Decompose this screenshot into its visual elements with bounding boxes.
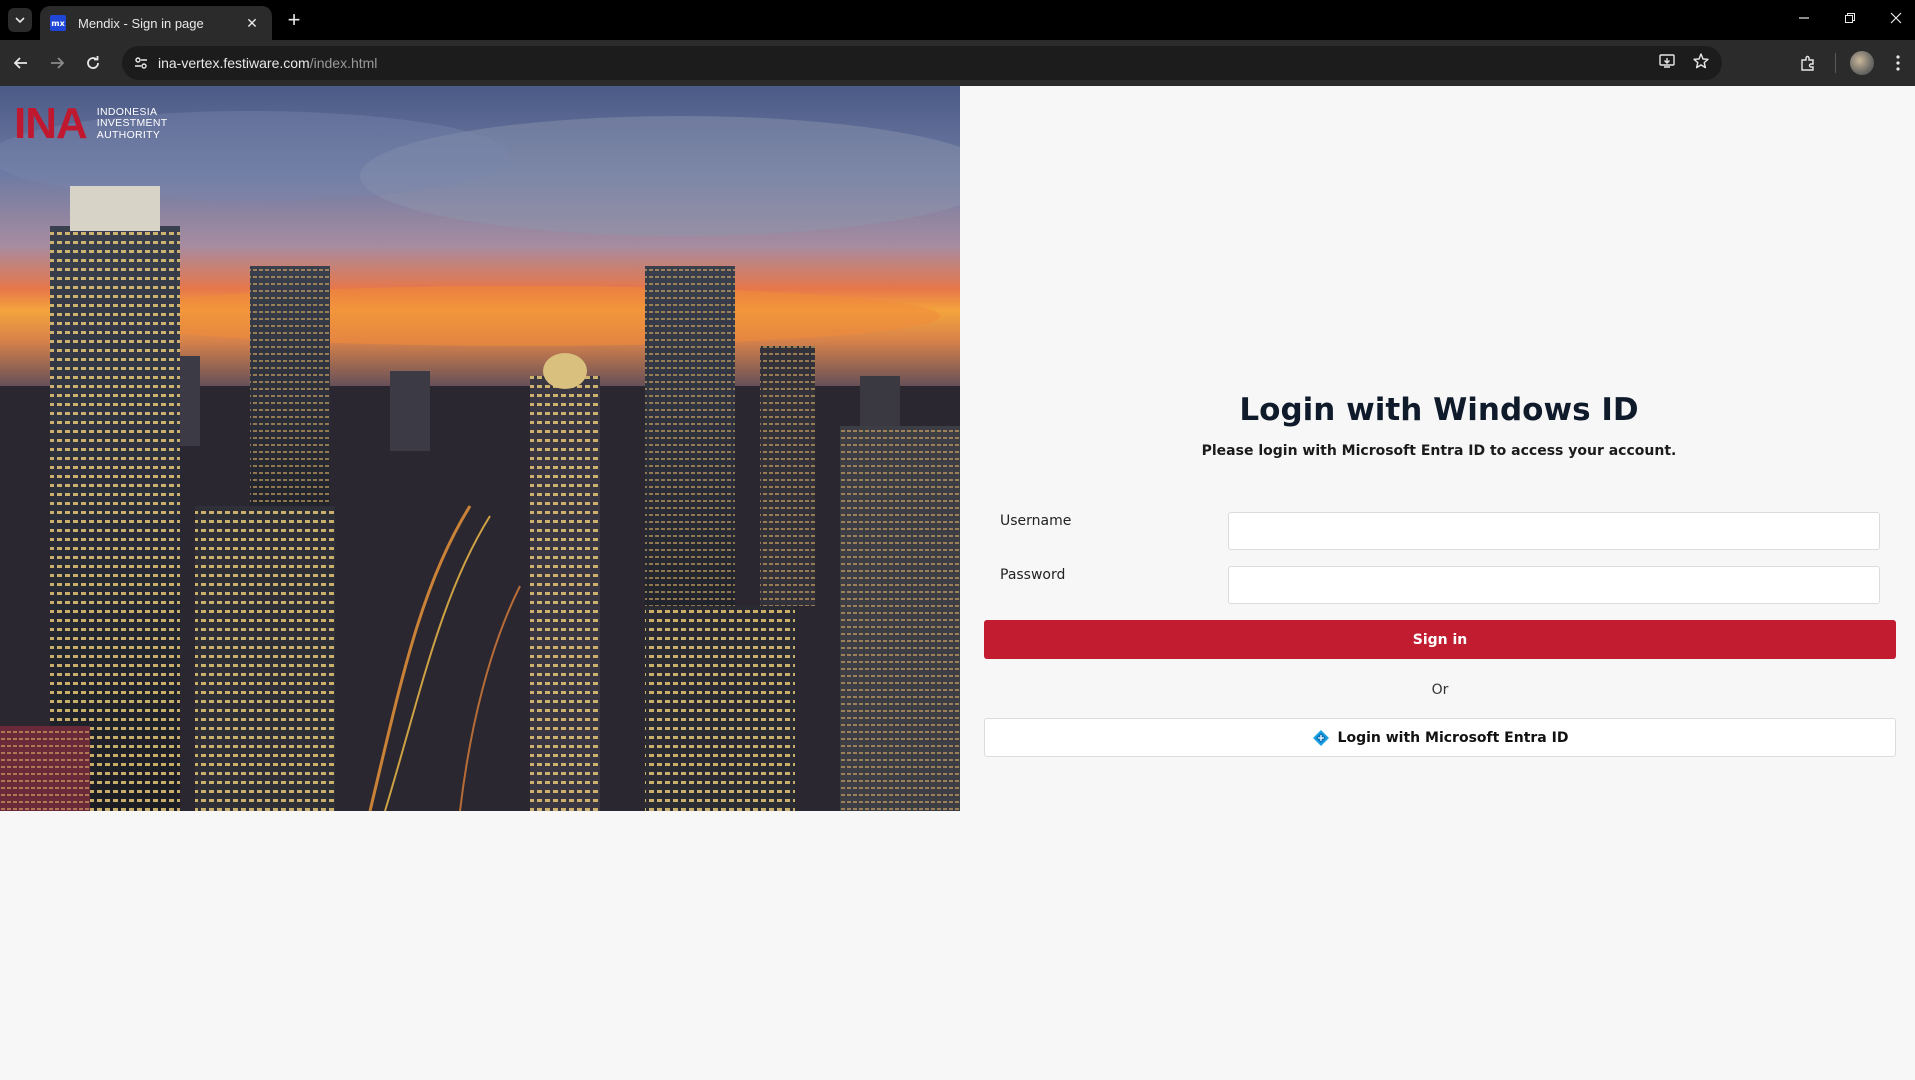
- toolbar-divider: [1835, 53, 1836, 73]
- site-info-icon[interactable]: [124, 55, 158, 71]
- logo-mark: INA: [14, 99, 88, 148]
- city-skyline-image: INA INDONESIA INVESTMENT AUTHORITY: [0, 86, 960, 811]
- url-text: ina-vertex.festiware.com/index.html: [158, 55, 377, 71]
- ina-logo: INA INDONESIA INVESTMENT AUTHORITY: [14, 102, 167, 146]
- install-app-icon[interactable]: [1658, 52, 1676, 75]
- profile-avatar[interactable]: [1850, 51, 1874, 75]
- login-form: Login with Windows ID Please login with …: [960, 86, 1915, 1080]
- close-icon[interactable]: ✕: [242, 15, 262, 32]
- back-icon[interactable]: [8, 50, 34, 76]
- username-input[interactable]: [1228, 512, 1880, 550]
- entra-id-icon: [1312, 729, 1330, 747]
- logo-line-3: AUTHORITY: [96, 128, 161, 141]
- entra-login-button[interactable]: Login with Microsoft Entra ID: [984, 718, 1896, 757]
- password-label: Password: [1000, 567, 1066, 583]
- or-divider: Or: [1431, 682, 1449, 698]
- url-path: /index.html: [309, 55, 378, 71]
- star-icon[interactable]: [1692, 52, 1710, 75]
- tab-search-icon[interactable]: [8, 8, 32, 32]
- tab-title: Mendix - Sign in page: [78, 15, 204, 31]
- extensions-icon[interactable]: [1795, 50, 1821, 76]
- menu-icon[interactable]: [1885, 50, 1911, 76]
- url-host: ina-vertex.festiware.com: [158, 55, 310, 71]
- logo-wordmark: INDONESIA INVESTMENT AUTHORITY: [96, 106, 168, 142]
- password-input[interactable]: [1228, 566, 1880, 604]
- reload-icon[interactable]: [80, 50, 106, 76]
- close-window-icon[interactable]: [1874, 8, 1915, 32]
- forward-icon[interactable]: [44, 50, 70, 76]
- browser-toolbar: ina-vertex.festiware.com/index.html: [0, 40, 1915, 86]
- minimize-icon[interactable]: [1782, 8, 1826, 32]
- mendix-favicon-icon: mx: [50, 15, 66, 31]
- page-subtitle: Please login with Microsoft Entra ID to …: [1201, 443, 1677, 459]
- browser-tab[interactable]: mx Mendix - Sign in page ✕: [40, 6, 272, 40]
- address-bar[interactable]: ina-vertex.festiware.com/index.html: [122, 46, 1722, 80]
- new-tab-button[interactable]: +: [282, 8, 306, 32]
- page-title: Login with Windows ID: [1239, 392, 1639, 428]
- entra-login-label: Login with Microsoft Entra ID: [1337, 729, 1569, 746]
- restore-icon[interactable]: [1828, 8, 1872, 32]
- page: INA INDONESIA INVESTMENT AUTHORITY Login…: [0, 86, 1915, 1080]
- username-label: Username: [1000, 513, 1072, 529]
- browser-tab-bar: mx Mendix - Sign in page ✕ +: [0, 0, 1915, 40]
- sign-in-button[interactable]: Sign in: [984, 620, 1896, 659]
